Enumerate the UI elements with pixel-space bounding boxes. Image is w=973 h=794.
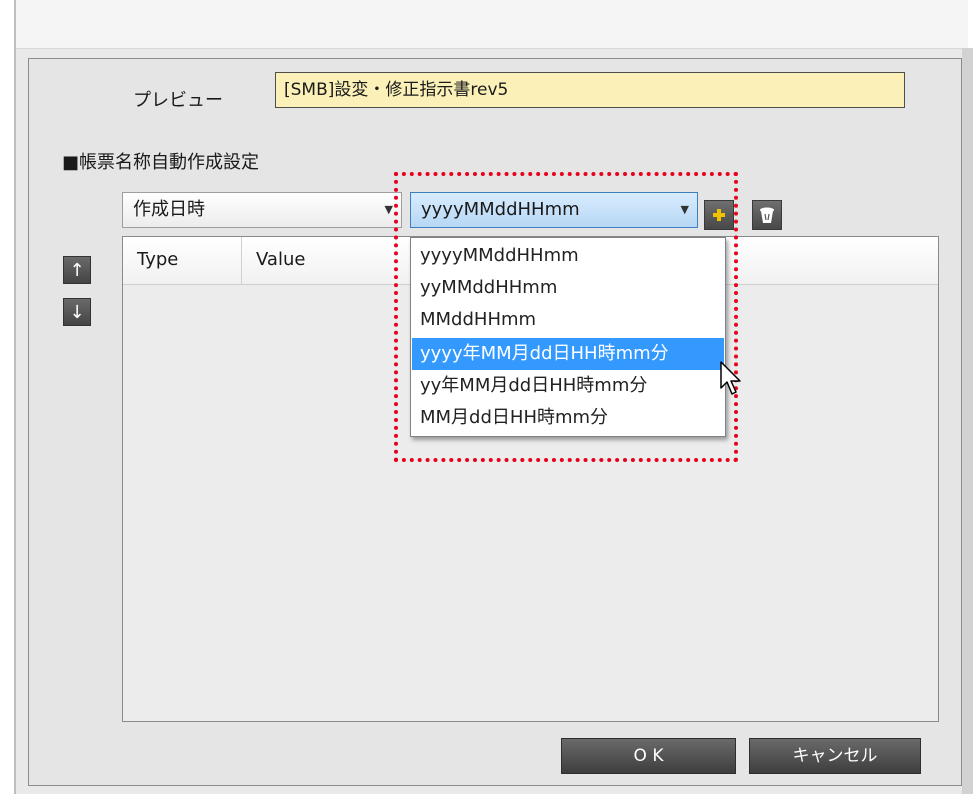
cancel-button[interactable]: キャンセル bbox=[749, 738, 921, 774]
callout-highlight bbox=[394, 172, 738, 462]
preview-label: プレビュー bbox=[133, 90, 223, 111]
type-select[interactable]: 作成日時 ▼ bbox=[122, 192, 402, 228]
column-type[interactable]: Type bbox=[137, 249, 178, 270]
column-divider bbox=[241, 237, 242, 284]
section-title: ■帳票名称自動作成設定 bbox=[62, 152, 260, 173]
window-border bbox=[14, 0, 16, 794]
move-down-button[interactable]: ↓ bbox=[63, 298, 91, 326]
preview-field: [SMB]設変・修正指示書rev5 bbox=[275, 72, 905, 108]
mouse-cursor-icon bbox=[720, 361, 741, 395]
delete-button[interactable] bbox=[752, 200, 782, 230]
move-up-button[interactable]: ↑ bbox=[63, 256, 91, 284]
column-value[interactable]: Value bbox=[256, 249, 305, 270]
ok-button[interactable]: O K bbox=[561, 738, 736, 774]
trash-icon bbox=[760, 207, 774, 223]
type-select-value: 作成日時 bbox=[133, 199, 205, 220]
title-bar bbox=[16, 0, 968, 49]
dropdown-arrow-icon: ▼ bbox=[384, 203, 393, 216]
background-edge bbox=[962, 48, 973, 794]
